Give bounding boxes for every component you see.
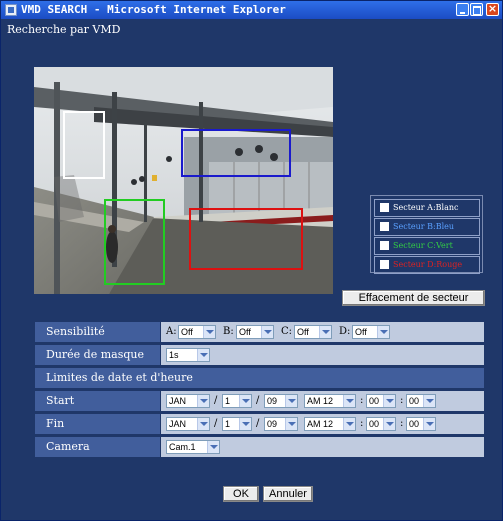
start-year-select[interactable]: 09 (264, 394, 298, 408)
sector-list: Secteur A:Blanc Secteur B:Bleu Secteur C… (370, 195, 483, 274)
chevron-down-icon (207, 441, 219, 453)
mask-duration-select[interactable]: 1s (166, 348, 210, 362)
chevron-down-icon (343, 418, 355, 430)
clear-sector-button[interactable]: Effacement de secteur (342, 290, 485, 306)
start-day-select[interactable]: 1 (222, 394, 252, 408)
window-title: VMD SEARCH - Microsoft Internet Explorer (21, 3, 286, 16)
date-limits-header: Limites de date et d'heure (35, 368, 484, 388)
ie-app-icon (5, 4, 17, 16)
end-year-select[interactable]: 09 (264, 417, 298, 431)
end-month-select[interactable]: JAN (166, 417, 210, 431)
chevron-down-icon (383, 395, 395, 407)
camera-label: Camera (35, 437, 160, 457)
chevron-down-icon (239, 395, 251, 407)
maximize-icon[interactable] (470, 3, 483, 16)
sector-b-checkbox[interactable] (380, 221, 389, 231)
end-minute-select[interactable]: 00 (366, 417, 396, 431)
chevron-down-icon (383, 418, 395, 430)
close-icon[interactable]: × (486, 2, 499, 16)
chevron-down-icon (197, 418, 209, 430)
chevron-down-icon (423, 395, 435, 407)
sector-b-option[interactable]: Secteur B:Bleu (374, 218, 480, 236)
camera-row: Camera Cam.1 (35, 437, 484, 457)
sensitivity-b-label: B: (223, 326, 234, 337)
end-row: Fin JAN / 1 / 09 AM 12 : 00 : 00 (35, 414, 484, 434)
sector-c-zone[interactable] (104, 199, 165, 285)
camera-image (34, 67, 333, 294)
minimize-icon[interactable] (456, 3, 469, 16)
sector-d-option[interactable]: Secteur D:Rouge (374, 256, 480, 274)
sector-d-zone[interactable] (189, 208, 303, 270)
start-second-select[interactable]: 00 (406, 394, 436, 408)
sensitivity-a-label: A: (166, 326, 177, 337)
start-hour-select[interactable]: AM 12 (304, 394, 356, 408)
mask-duration-row: Durée de masque 1s (35, 345, 484, 365)
sector-d-checkbox[interactable] (380, 259, 389, 269)
chevron-down-icon (285, 395, 297, 407)
date-limits-header-row: Limites de date et d'heure (35, 368, 484, 388)
start-label: Start (35, 391, 160, 411)
chevron-down-icon (261, 326, 273, 338)
chevron-down-icon (285, 418, 297, 430)
chevron-down-icon (377, 326, 389, 338)
mask-duration-label: Durée de masque (35, 345, 160, 365)
cancel-button[interactable]: Annuler (263, 486, 313, 502)
chevron-down-icon (343, 395, 355, 407)
sensitivity-a-select[interactable]: Off (178, 325, 216, 339)
sector-a-checkbox[interactable] (380, 202, 389, 212)
sensitivity-c-select[interactable]: Off (294, 325, 332, 339)
sensitivity-label: Sensibilité (35, 322, 160, 342)
start-row: Start JAN / 1 / 09 AM 12 : 00 : 00 (35, 391, 484, 411)
title-bar[interactable]: VMD SEARCH - Microsoft Internet Explorer… (1, 1, 502, 19)
sensitivity-b-select[interactable]: Off (236, 325, 274, 339)
sensitivity-c-label: C: (281, 326, 293, 337)
start-minute-select[interactable]: 00 (366, 394, 396, 408)
end-label: Fin (35, 414, 160, 434)
ok-button[interactable]: OK (223, 486, 259, 502)
sensitivity-d-label: D: (339, 326, 351, 337)
chevron-down-icon (203, 326, 215, 338)
sector-c-option[interactable]: Secteur C:Vert (374, 237, 480, 255)
sector-b-zone[interactable] (181, 129, 291, 177)
chevron-down-icon (197, 349, 209, 361)
sector-a-option[interactable]: Secteur A:Blanc (374, 199, 480, 217)
sensitivity-row: Sensibilité A: Off B: Off C: Off D: Off (35, 322, 484, 342)
browser-window: VMD SEARCH - Microsoft Internet Explorer… (0, 0, 503, 521)
sensitivity-d-select[interactable]: Off (352, 325, 390, 339)
camera-select[interactable]: Cam.1 (166, 440, 220, 454)
chevron-down-icon (423, 418, 435, 430)
chevron-down-icon (239, 418, 251, 430)
sector-c-checkbox[interactable] (380, 240, 389, 250)
sector-a-zone[interactable] (63, 111, 105, 179)
page-title: Recherche par VMD (7, 23, 121, 36)
end-hour-select[interactable]: AM 12 (304, 417, 356, 431)
end-day-select[interactable]: 1 (222, 417, 252, 431)
chevron-down-icon (197, 395, 209, 407)
end-second-select[interactable]: 00 (406, 417, 436, 431)
chevron-down-icon (319, 326, 331, 338)
start-month-select[interactable]: JAN (166, 394, 210, 408)
